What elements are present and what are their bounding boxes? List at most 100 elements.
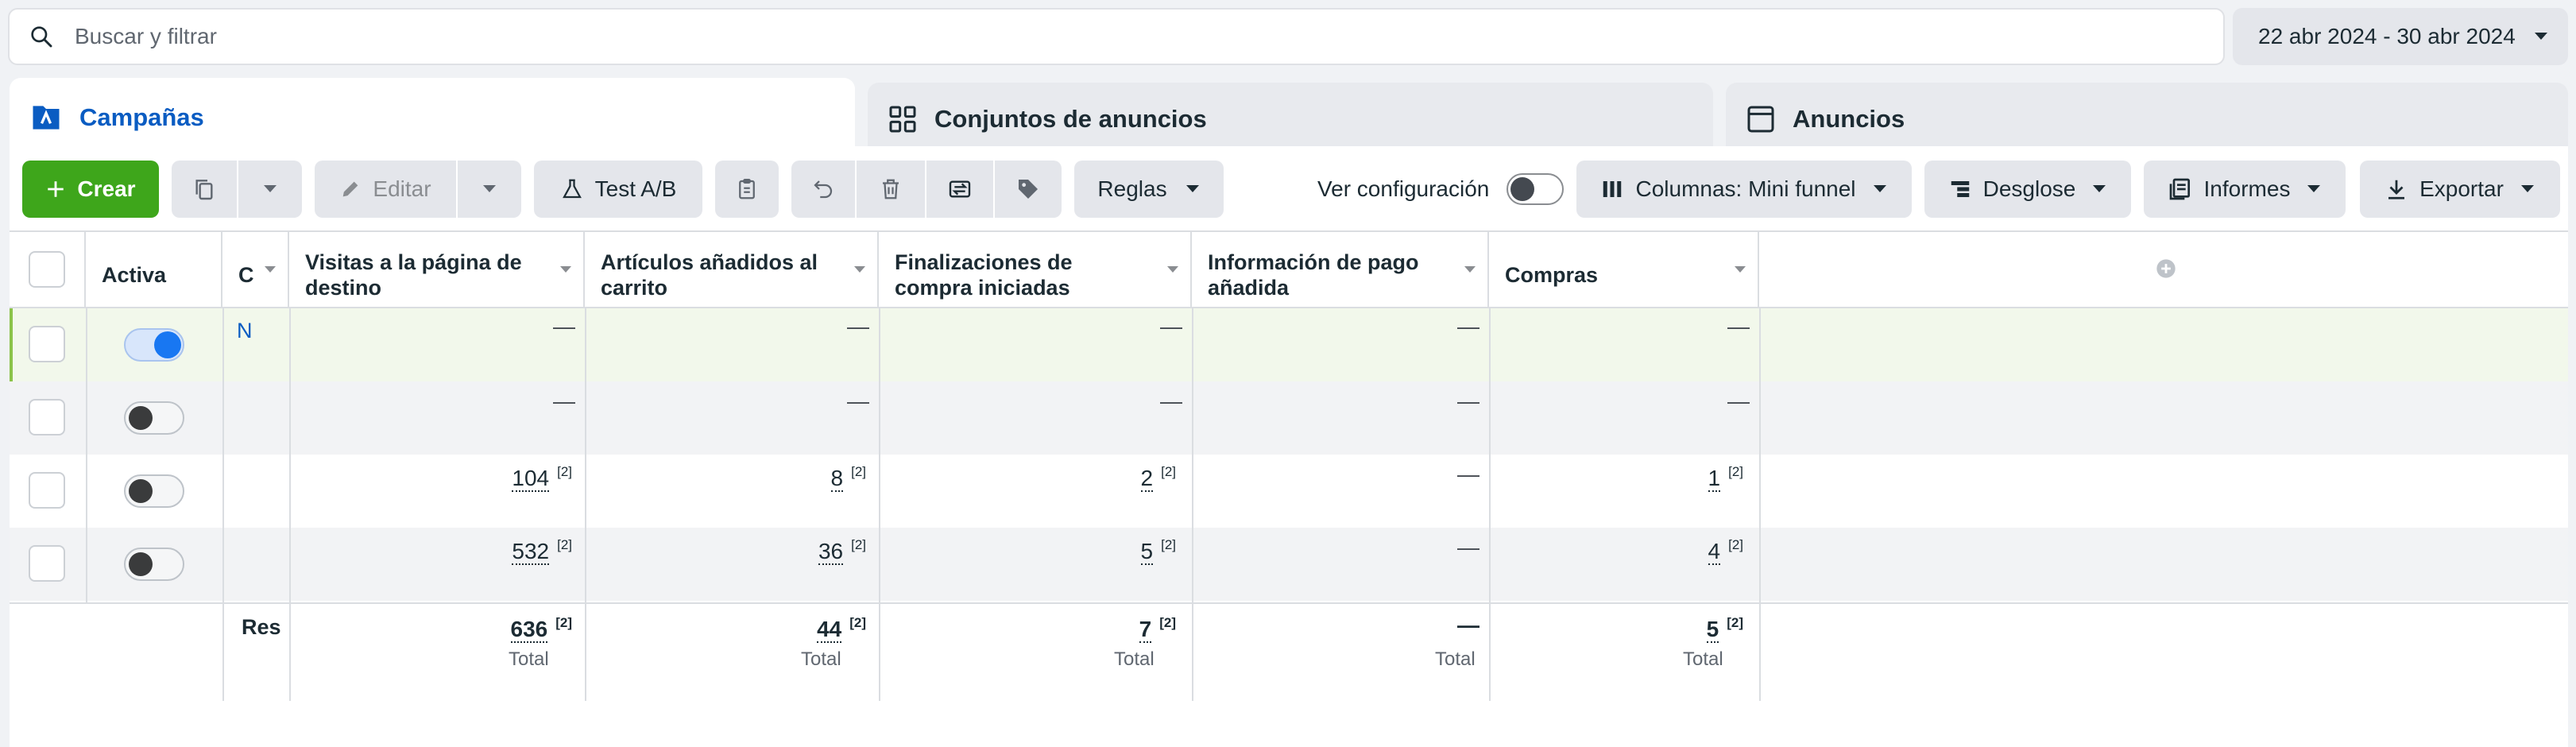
- header-purchases[interactable]: Compras: [1489, 230, 1759, 308]
- header-select-cell: [10, 230, 86, 308]
- rules-button[interactable]: Reglas: [1074, 161, 1224, 218]
- campaign-flag-icon: [29, 100, 64, 135]
- total-label: Total: [1114, 648, 1155, 670]
- date-range-label: 22 abr 2024 - 30 abr 2024: [2258, 24, 2516, 48]
- caret-down-icon: [2520, 185, 2534, 192]
- view-setup-label: Ver configuración: [1317, 176, 1490, 201]
- cell-value: —: [1457, 462, 1479, 486]
- delete-button[interactable]: [857, 161, 925, 218]
- cell-value: —: [847, 389, 869, 413]
- table-row[interactable]: [10, 381, 2568, 455]
- header-active[interactable]: Activa: [86, 230, 222, 308]
- cell-value: 2 [2]: [1140, 464, 1176, 492]
- campaign-name-link[interactable]: N: [237, 319, 253, 343]
- cell-value: —: [1457, 389, 1479, 413]
- table-row[interactable]: [10, 455, 2568, 528]
- caret-down-icon: [264, 185, 277, 192]
- edit-button[interactable]: Editar: [315, 161, 456, 218]
- reports-icon: [2169, 178, 2190, 200]
- search-input[interactable]: [75, 24, 1982, 49]
- total-label: Total: [1683, 648, 1723, 670]
- cell-value: —: [1160, 314, 1182, 339]
- duplicate-dropdown[interactable]: [238, 161, 302, 218]
- tag-button[interactable]: [995, 161, 1062, 218]
- active-toggle[interactable]: [124, 401, 184, 435]
- caret-down-icon: [2093, 185, 2106, 192]
- ab-test-button[interactable]: Test A/B: [534, 161, 702, 218]
- caret-down-icon: [2307, 185, 2321, 192]
- active-toggle[interactable]: [124, 548, 184, 581]
- select-all-checkbox[interactable]: [29, 251, 65, 288]
- tab-campaigns[interactable]: Campañas: [10, 78, 855, 157]
- cell-value: —: [847, 314, 869, 339]
- ad-window-icon: [1745, 103, 1777, 135]
- table-row[interactable]: [10, 308, 2568, 381]
- tab-label: Conjuntos de anuncios: [934, 105, 1207, 133]
- header-campaign[interactable]: C: [222, 230, 289, 308]
- breakdown-icon: [1951, 181, 1969, 197]
- tab-ad-sets[interactable]: Conjuntos de anuncios: [868, 83, 1713, 156]
- date-range-picker[interactable]: 22 abr 2024 - 30 abr 2024: [2233, 8, 2568, 65]
- cell-value: 5 [2]: [1140, 537, 1176, 565]
- summary-label: Res: [242, 615, 281, 639]
- caret-down-icon: [483, 185, 496, 192]
- cell-value: 104 [2]: [512, 464, 572, 492]
- summary-row: [10, 602, 2568, 701]
- breakdown-button[interactable]: Desglose: [1924, 161, 2131, 218]
- cell-value: 532 [2]: [512, 537, 572, 565]
- total-label: Total: [1435, 648, 1476, 670]
- tag-icon: [1019, 180, 1038, 199]
- search-bar[interactable]: [8, 8, 2225, 65]
- header-add-to-cart[interactable]: Artículos añadidos al carrito: [585, 230, 879, 308]
- chevron-down-icon: [2535, 33, 2547, 40]
- cell-value: —: [1727, 389, 1750, 413]
- table-row[interactable]: [10, 528, 2568, 601]
- pencil-icon: [343, 181, 358, 197]
- clipboard-button[interactable]: [715, 161, 779, 218]
- total-label: Total: [509, 648, 549, 670]
- cell-value: —: [1457, 314, 1479, 339]
- row-checkbox[interactable]: [29, 399, 65, 435]
- add-column-icon[interactable]: [2155, 257, 2177, 280]
- row-checkbox[interactable]: [29, 472, 65, 509]
- duplicate-icon: [195, 180, 213, 200]
- total-label: Total: [801, 648, 841, 670]
- cell-value: —: [553, 389, 575, 413]
- view-setup-control[interactable]: Ver configuración: [1317, 161, 1565, 218]
- undo-button[interactable]: [791, 161, 855, 218]
- columns-button[interactable]: Columnas: Mini funnel: [1576, 161, 1912, 218]
- sort-icon: [1735, 266, 1746, 273]
- row-checkbox[interactable]: [29, 545, 65, 582]
- plus-icon: [48, 181, 64, 197]
- sort-icon: [854, 266, 865, 273]
- header-checkouts-initiated[interactable]: Finalizaciones de compra iniciadas: [879, 230, 1192, 308]
- search-icon: [31, 26, 52, 48]
- header-landing-page-views[interactable]: Visitas a la página de destino: [289, 230, 585, 308]
- sort-icon: [1167, 266, 1178, 273]
- active-toggle[interactable]: [124, 328, 184, 362]
- cell-value: —: [1727, 314, 1750, 339]
- row-checkbox[interactable]: [29, 326, 65, 362]
- active-toggle[interactable]: [124, 474, 184, 508]
- summary-value: 636 [2]: [510, 615, 572, 643]
- trash-icon: [883, 179, 899, 199]
- transfer-button[interactable]: [926, 161, 993, 218]
- header-payment-info[interactable]: Información de pago añadida: [1192, 230, 1489, 308]
- cell-value: —: [1457, 535, 1479, 559]
- reports-button[interactable]: Informes: [2144, 161, 2346, 218]
- summary-value: 44 [2]: [817, 615, 866, 643]
- cell-value: 8 [2]: [830, 464, 866, 492]
- edit-dropdown[interactable]: [458, 161, 521, 218]
- cell-value: —: [553, 314, 575, 339]
- download-icon: [2388, 180, 2405, 199]
- export-button[interactable]: Exportar: [2360, 161, 2560, 218]
- tab-ads[interactable]: Anuncios: [1726, 83, 2568, 156]
- create-button[interactable]: Crear: [22, 161, 159, 218]
- undo-icon: [814, 180, 833, 199]
- duplicate-button[interactable]: [172, 161, 237, 218]
- summary-value: —: [1457, 613, 1479, 637]
- tab-label: Anuncios: [1793, 105, 1905, 133]
- sort-icon: [1464, 266, 1476, 273]
- view-setup-toggle[interactable]: [1507, 173, 1565, 205]
- tab-label: Campañas: [79, 103, 204, 131]
